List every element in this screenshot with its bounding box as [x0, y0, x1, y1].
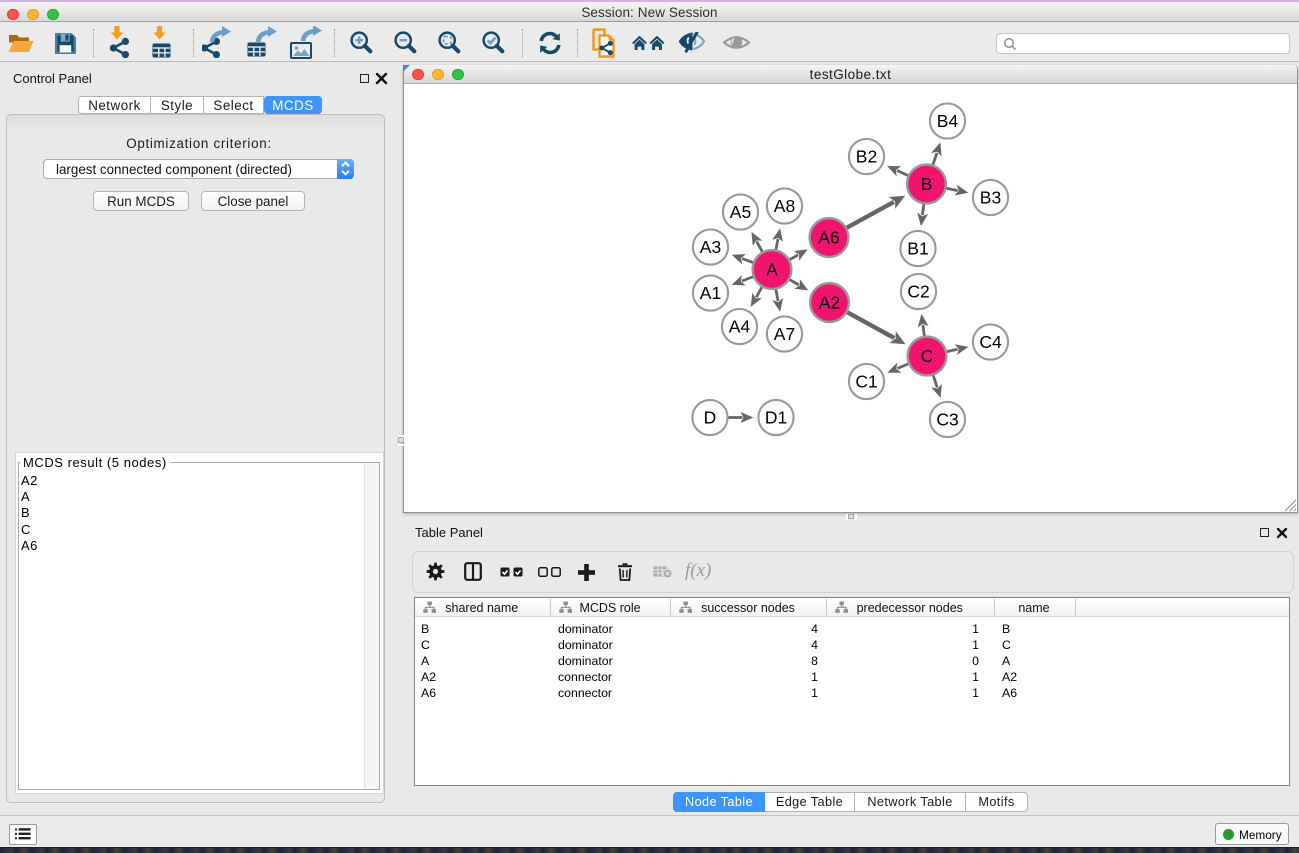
svg-text:A6: A6	[818, 227, 839, 247]
svg-text:C4: C4	[979, 332, 1002, 352]
svg-text:A8: A8	[774, 196, 795, 216]
svg-text:B1: B1	[907, 238, 928, 258]
svg-text:B: B	[921, 174, 933, 194]
svg-text:A3: A3	[700, 237, 721, 257]
svg-text:B2: B2	[856, 146, 877, 166]
svg-text:A: A	[766, 259, 778, 279]
svg-text:A7: A7	[774, 324, 795, 344]
svg-text:B4: B4	[937, 111, 959, 131]
svg-text:A1: A1	[700, 283, 721, 303]
svg-text:C2: C2	[907, 281, 929, 301]
svg-text:A5: A5	[730, 202, 751, 222]
svg-text:A2: A2	[819, 292, 840, 312]
svg-text:C1: C1	[855, 371, 877, 391]
svg-text:A4: A4	[729, 316, 751, 336]
svg-text:C: C	[921, 346, 934, 366]
svg-text:D: D	[704, 407, 717, 427]
svg-text:B3: B3	[980, 187, 1001, 207]
svg-text:D1: D1	[765, 407, 787, 427]
svg-text:C3: C3	[936, 409, 958, 429]
